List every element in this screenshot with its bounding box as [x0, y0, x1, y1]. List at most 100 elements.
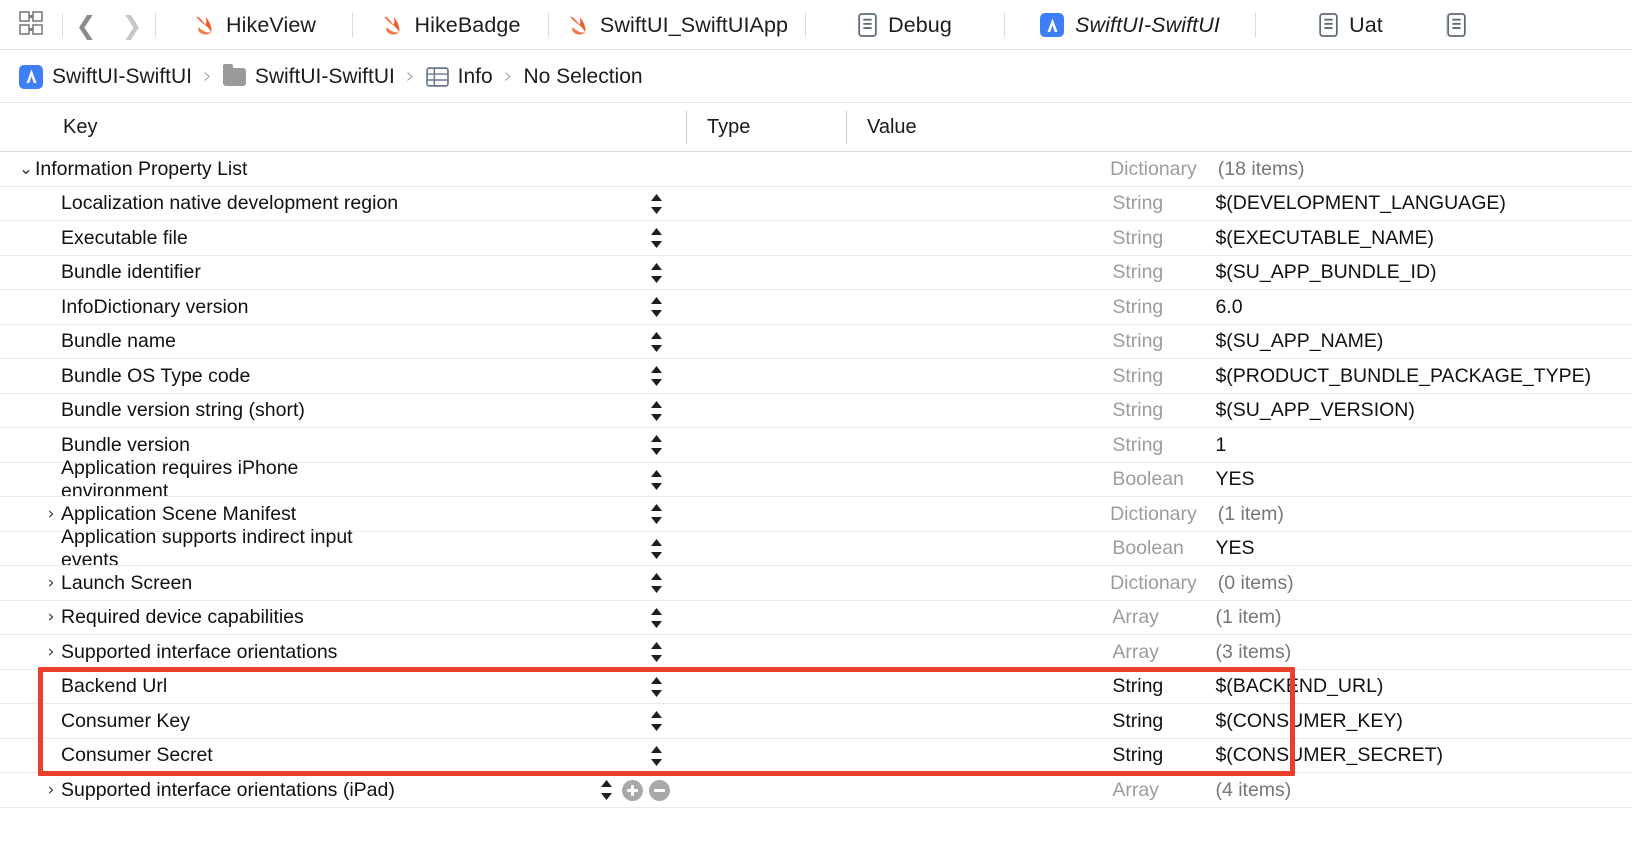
table-row[interactable]: Application requires iPhone environment …	[0, 457, 1632, 502]
chevron-right-icon[interactable]: ❯	[122, 13, 143, 38]
column-header-type[interactable]: Type	[686, 103, 846, 152]
cell-type[interactable]: Array	[1091, 606, 1194, 629]
cell-type[interactable]: String	[1091, 744, 1194, 767]
cell-key[interactable]: Application requires iPhone environment	[0, 457, 405, 502]
cell-value[interactable]: $(SU_APP_NAME)	[1194, 330, 1632, 353]
disclosure-triangle-expanded[interactable]: ⌄	[11, 160, 41, 178]
table-row[interactable]: Bundle version string (short) String $(S…	[0, 393, 1632, 429]
disclosure-triangle-collapsed[interactable]: ›	[36, 574, 66, 592]
cell-value[interactable]: $(SU_APP_VERSION)	[1194, 399, 1632, 422]
cell-value[interactable]: 6.0	[1194, 296, 1632, 319]
cell-value[interactable]: $(BACKEND_URL)	[1194, 675, 1632, 698]
cell-key[interactable]: Application supports indirect input even…	[0, 526, 405, 571]
cell-type[interactable]: String	[1091, 261, 1194, 284]
cell-type[interactable]: String	[1091, 399, 1194, 422]
chevron-left-icon[interactable]: ❮	[76, 13, 97, 38]
cell-value[interactable]: $(DEVELOPMENT_LANGUAGE)	[1194, 192, 1632, 215]
cell-type[interactable]: Dictionary	[1089, 572, 1197, 595]
cell-key[interactable]: Bundle version string (short)	[0, 394, 405, 429]
stepper-updown-icon[interactable]	[648, 468, 665, 492]
disclosure-triangle-collapsed[interactable]: ›	[36, 505, 66, 523]
stepper-updown-icon[interactable]	[648, 364, 665, 388]
cell-type[interactable]: Array	[1091, 779, 1194, 802]
stepper-updown-icon[interactable]	[598, 778, 615, 802]
cell-value[interactable]: (3 items)	[1194, 641, 1632, 664]
cell-value[interactable]: $(EXECUTABLE_NAME)	[1194, 227, 1632, 250]
cell-type[interactable]: Boolean	[1091, 468, 1194, 491]
cell-value[interactable]: 1	[1194, 434, 1632, 457]
tab-uat[interactable]: Uat	[1256, 0, 1446, 50]
cell-type[interactable]: String	[1091, 227, 1194, 250]
cell-key[interactable]: Consumer Key	[0, 704, 405, 739]
cell-key[interactable]: ⌄ Information Property List	[0, 152, 403, 187]
cell-type[interactable]: String	[1091, 434, 1194, 457]
cell-key[interactable]: Executable file	[0, 221, 405, 256]
disclosure-triangle-collapsed[interactable]: ›	[36, 643, 66, 661]
cell-value[interactable]: (4 items)	[1194, 779, 1632, 802]
table-row[interactable]: ⌄ Information Property List Dictionary (…	[0, 152, 1632, 187]
stepper-updown-icon[interactable]	[648, 330, 665, 354]
cell-key[interactable]: Localization native development region	[0, 187, 405, 222]
table-row[interactable]: Application supports indirect input even…	[0, 526, 1632, 571]
cell-value[interactable]: $(PRODUCT_BUNDLE_PACKAGE_TYPE)	[1194, 365, 1632, 388]
stepper-updown-icon[interactable]	[648, 226, 665, 250]
tab-swiftui-swiftuiapp[interactable]: SwiftUI_SwiftUIApp	[549, 0, 805, 50]
grid-view-button[interactable]	[0, 0, 62, 50]
cell-key[interactable]: › Supported interface orientations	[0, 635, 405, 670]
table-row[interactable]: Consumer Key String $(CONSUMER_KEY)	[0, 704, 1632, 739]
cell-type[interactable]: String	[1091, 365, 1194, 388]
stepper-updown-icon[interactable]	[648, 606, 665, 630]
cell-type[interactable]: Dictionary	[1089, 158, 1197, 181]
table-row[interactable]: › Required device capabilities Array (1 …	[0, 600, 1632, 635]
stepper-updown-icon[interactable]	[648, 537, 665, 561]
cell-key[interactable]: Consumer Secret	[0, 739, 405, 774]
table-row[interactable]: Executable file String $(EXECUTABLE_NAME…	[0, 221, 1632, 256]
stepper-updown-icon[interactable]	[648, 433, 665, 457]
cell-key[interactable]: › Launch Screen	[0, 566, 403, 601]
cell-type[interactable]: Array	[1091, 641, 1194, 664]
cell-value[interactable]: $(SU_APP_BUNDLE_ID)	[1194, 261, 1632, 284]
breadcrumb-item-folder[interactable]: SwiftUI-SwiftUI	[220, 63, 398, 89]
cell-key[interactable]: Backend Url	[0, 670, 405, 705]
cell-type[interactable]: String	[1091, 192, 1194, 215]
table-row[interactable]: Backend Url String $(BACKEND_URL)	[0, 669, 1632, 705]
cell-type[interactable]: String	[1091, 296, 1194, 319]
stepper-updown-icon[interactable]	[648, 571, 665, 595]
cell-key[interactable]: InfoDictionary version	[0, 290, 405, 325]
column-header-key[interactable]: Key	[0, 103, 686, 152]
column-header-value[interactable]: Value	[846, 103, 1572, 152]
cell-value[interactable]: YES	[1194, 537, 1632, 560]
tab-debug[interactable]: Debug	[806, 0, 1004, 50]
table-row[interactable]: › Launch Screen Dictionary (0 items)	[0, 566, 1632, 601]
cell-type[interactable]: Boolean	[1091, 537, 1194, 560]
stepper-updown-icon[interactable]	[648, 744, 665, 768]
table-row[interactable]: Bundle identifier String $(SU_APP_BUNDLE…	[0, 255, 1632, 291]
cell-value[interactable]: (1 item)	[1197, 503, 1632, 526]
disclosure-triangle-collapsed[interactable]: ›	[36, 781, 66, 799]
cell-type[interactable]: String	[1091, 330, 1194, 353]
disclosure-triangle-collapsed[interactable]: ›	[36, 609, 66, 626]
remove-row-icon[interactable]	[649, 779, 670, 801]
stepper-updown-icon[interactable]	[648, 675, 665, 699]
table-row[interactable]: Bundle OS Type code String $(PRODUCT_BUN…	[0, 359, 1632, 394]
cell-key[interactable]: Bundle OS Type code	[0, 359, 405, 394]
stepper-updown-icon[interactable]	[648, 192, 665, 216]
cell-key[interactable]: Bundle name	[0, 325, 405, 360]
cell-key[interactable]: Bundle identifier	[0, 256, 405, 291]
stepper-updown-icon[interactable]	[648, 295, 665, 319]
tab-overflow-partial[interactable]	[1447, 0, 1487, 50]
table-row[interactable]: Bundle name String $(SU_APP_NAME)	[0, 324, 1632, 360]
cell-type[interactable]: String	[1091, 710, 1194, 733]
cell-value[interactable]: YES	[1194, 468, 1632, 491]
cell-value[interactable]: (0 items)	[1197, 572, 1632, 595]
cell-type[interactable]: Dictionary	[1089, 503, 1197, 526]
table-row[interactable]: › Supported interface orientations Array…	[0, 635, 1632, 670]
cell-value[interactable]: (18 items)	[1197, 158, 1632, 181]
breadcrumb-item-selection[interactable]: No Selection	[521, 65, 646, 89]
cell-type[interactable]: String	[1091, 675, 1194, 698]
table-row[interactable]: Localization native development region S…	[0, 186, 1632, 222]
table-row[interactable]: InfoDictionary version String 6.0	[0, 290, 1632, 325]
tab-hikebadge[interactable]: HikeBadge	[353, 0, 548, 50]
stepper-updown-icon[interactable]	[648, 502, 665, 526]
add-row-icon[interactable]	[622, 779, 643, 801]
